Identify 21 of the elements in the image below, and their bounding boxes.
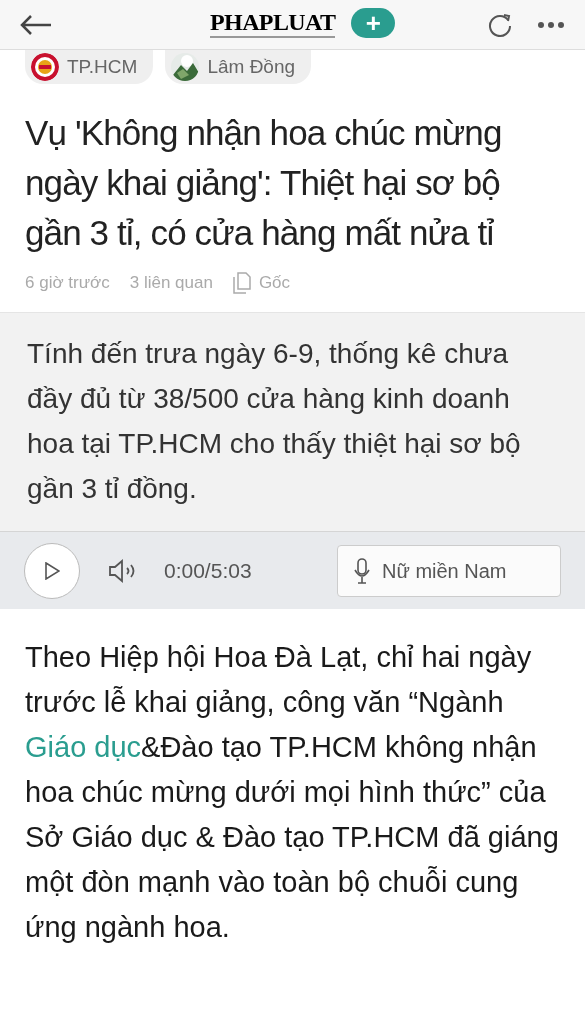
source-link[interactable]: Gốc — [232, 270, 291, 296]
voice-button[interactable]: Nữ miền Nam — [337, 544, 561, 597]
copy-icon — [232, 272, 251, 294]
timestamp: 6 giờ trước — [25, 272, 110, 295]
follow-button[interactable]: + — [351, 8, 396, 38]
related-link[interactable]: 3 liên quan — [129, 270, 213, 296]
audio-time: 0:00/5:03 — [164, 557, 252, 584]
back-icon — [20, 14, 52, 35]
more-button[interactable] — [537, 20, 565, 29]
topic-tag[interactable]: TP.HCM — [25, 50, 154, 84]
article-paragraph: Theo Hiệp hội Hoa Đà Lạt, chỉ hai ngày trước lễ khai giảng, công văn “Ngành Giáo dục&Đào tạo TP.HCM không nhận hoa chúc mừng dưới mọi hình thức” của Sở Giáo dục & Đào tạo TP.HCM đã giáng một đòn mạnh vào toàn bộ chuỗi cung ứng ngành hoa. — [24, 640, 560, 945]
article-title: Vụ 'Không nhận hoa chúc mừng ngày khai giảng': Thiệt hại sơ bộ gần 3 tỉ, có cửa hàng mất nửa tỉ — [24, 112, 503, 254]
play-icon — [44, 561, 60, 580]
microphone-icon — [354, 557, 370, 584]
inline-link[interactable]: Giáo dục — [25, 731, 142, 763]
topic-tag[interactable]: Lâm Đồng — [165, 50, 312, 84]
more-icon — [537, 20, 565, 29]
logo: PHAPLUAT — [210, 8, 336, 38]
refresh-button[interactable] — [487, 11, 513, 38]
refresh-icon — [487, 11, 513, 38]
article-summary: Tính đến trưa ngày 6-9, thống kê chưa đầy đủ từ 38/500 cửa hàng kinh doanh hoa tại TP.HCM cho thấy thiệt hại sơ bộ gần 3 tỉ đồng. — [27, 337, 522, 506]
